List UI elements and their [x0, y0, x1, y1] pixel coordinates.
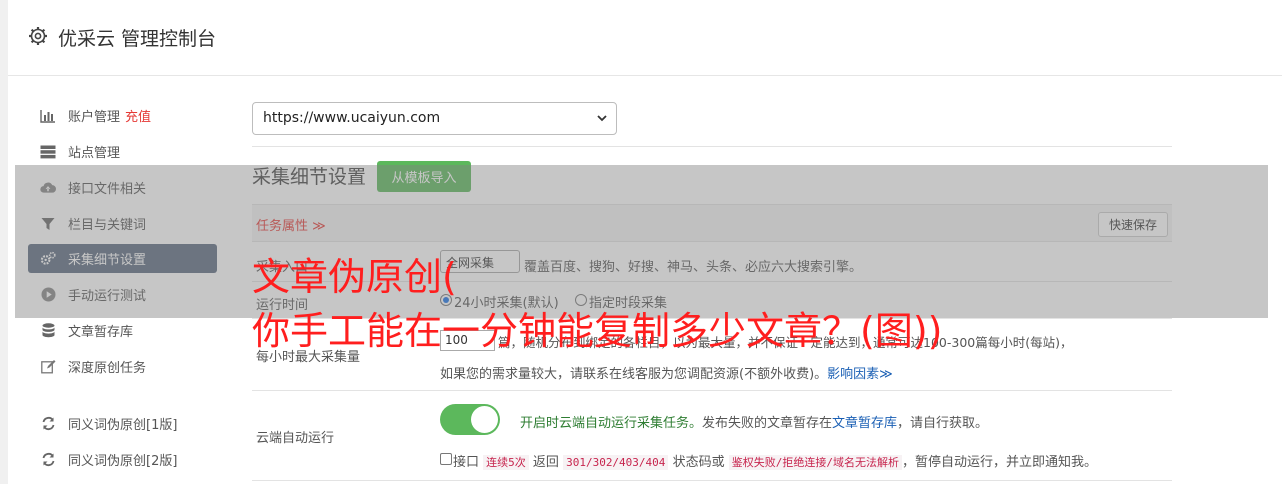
refresh-icon: [40, 452, 56, 468]
cloud-auto-desc: 开启时云端自动运行采集任务。发布失败的文章暂存在文章暂存库，请自行获取。: [520, 412, 988, 431]
sidebar-item-article-storage[interactable]: 文章暂存库: [28, 316, 217, 345]
server-icon: [40, 144, 56, 160]
site-select[interactable]: https://www.ucaiyun.com: [252, 102, 617, 135]
article-storage-link[interactable]: 文章暂存库: [832, 416, 897, 431]
top-header: 优采云 管理控制台: [8, 0, 1282, 76]
cloud-auto-desc-tail: ，请自行获取。: [897, 416, 989, 431]
divider: [252, 146, 1172, 147]
sidebar-item-label: 账户管理: [68, 110, 121, 125]
bar-chart-icon: [40, 108, 56, 124]
max-per-hour-note-text: 如果您的需求量较大，请联系在线客服为您调配资源(不额外收费)。: [440, 367, 828, 382]
recharge-link[interactable]: 充值: [125, 106, 151, 125]
sidebar-item-label: 站点管理: [68, 146, 121, 161]
site-select-value: https://www.ucaiyun.com: [263, 110, 441, 126]
sidebar-item-synonym-v2[interactable]: 同义词伪原创[2版]: [28, 445, 217, 474]
sidebar-item-label: 深度原创任务: [68, 361, 147, 376]
code-consecutive: 连续5次: [483, 455, 529, 470]
overlay-headline-line1: 文章伪原创(: [252, 255, 457, 299]
page-title: 优采云 管理控制台: [58, 28, 217, 50]
overlay-headline-line2: 你手工能在一分钟能复制多少文章？(图)): [252, 309, 943, 353]
gear-icon: [29, 27, 47, 45]
sidebar-item-label: 同义词伪原创[2版]: [68, 454, 178, 469]
cloud-auto-label: 云端自动运行: [256, 431, 335, 446]
edit-icon: [40, 359, 56, 375]
chk-text-4: ，暂停自动运行，并立即通知我。: [901, 455, 1097, 470]
sidebar-item-account[interactable]: 账户管理 充值: [28, 101, 217, 130]
chk-text-2: 返回: [532, 455, 559, 470]
sidebar-item-deep-original[interactable]: 深度原创任务: [28, 352, 217, 381]
cloud-auto-desc-green: 开启时云端自动运行采集任务。: [520, 416, 703, 431]
refresh-icon: [40, 416, 56, 432]
code-errors: 鉴权失败/拒绝连接/域名无法解析: [728, 455, 902, 470]
chk-text-1: 接口: [453, 455, 480, 470]
overlay-banner: [15, 165, 1268, 318]
sidebar-item-synonym-v1[interactable]: 同义词伪原创[1版]: [28, 409, 217, 438]
cloud-auto-desc-mid: 发布失败的文章暂存在: [702, 416, 833, 431]
max-per-hour-note: 如果您的需求量较大，请联系在线客服为您调配资源(不额外收费)。影响因素≫: [440, 363, 893, 382]
sidebar-item-label: 文章暂存库: [68, 325, 134, 340]
code-status: 301/302/403/404: [563, 455, 669, 470]
database-icon: [40, 323, 56, 339]
influence-factors-link[interactable]: 影响因素≫: [827, 367, 893, 382]
pause-on-error-desc: 接口 连续5次 返回 301/302/403/404 状态码或 鉴权失败/拒绝连…: [453, 451, 1097, 470]
chevron-down-icon: [597, 115, 607, 122]
cloud-auto-toggle[interactable]: [440, 404, 500, 435]
chk-text-3: 状态码或: [672, 455, 725, 470]
divider: [252, 390, 1172, 391]
sidebar-item-sites[interactable]: 站点管理: [28, 137, 217, 166]
pause-on-error-checkbox[interactable]: [440, 453, 452, 465]
divider: [252, 480, 1172, 481]
sidebar-item-label: 同义词伪原创[1版]: [68, 418, 178, 433]
